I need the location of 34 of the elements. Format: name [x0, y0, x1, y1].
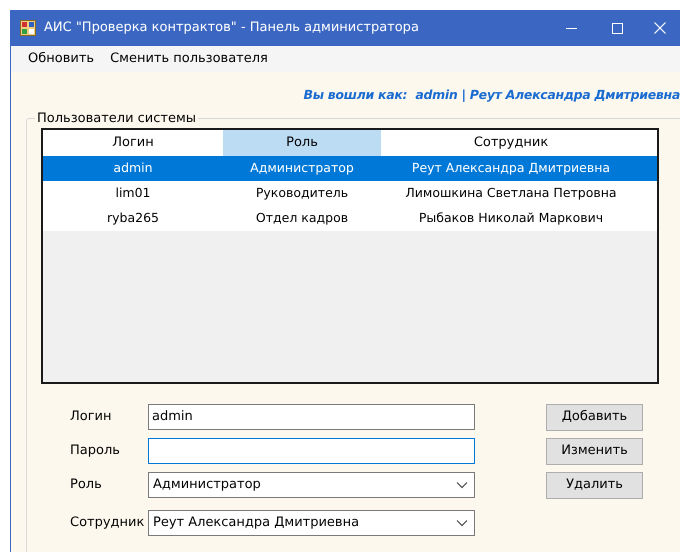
table-cell-text: ryba265	[106, 208, 160, 227]
input-field[interactable]: admin	[148, 404, 475, 430]
table-cell-text: Руководитель	[254, 184, 350, 202]
table-cell-text: Реут Александра Дмитриевна	[410, 158, 612, 177]
action-button[interactable]: Добавить	[546, 404, 643, 430]
field-label: Логин	[70, 408, 113, 426]
dropdown[interactable]: Реут Александра Дмитриевна	[148, 510, 475, 536]
menu-item[interactable]: Сменить пользователя	[104, 49, 274, 69]
maximize-icon	[612, 22, 622, 34]
table-cell-text: Администратор	[249, 158, 355, 177]
window-title: АИС "Проверка контрактов" - Панель администратора	[44, 19, 420, 38]
dropdown[interactable]: Администратор	[148, 472, 475, 498]
table-cell-text: Отдел кадров	[254, 208, 350, 227]
column-header[interactable]: Роль	[223, 130, 381, 156]
app-icon	[20, 20, 36, 36]
field-label: Роль	[70, 476, 103, 494]
table-row[interactable]: ryba265 Отдел кадров Рыбаков Николай Маркович	[43, 206, 657, 230]
table-cell-text: admin	[112, 158, 154, 177]
action-button[interactable]: Удалить	[546, 472, 643, 498]
table-row[interactable]: admin Администратор Реут Александра Дмитриевна	[43, 156, 657, 180]
chevron-down-icon	[456, 480, 468, 488]
action-button[interactable]: Изменить	[546, 438, 643, 464]
chevron-down-icon	[456, 518, 468, 526]
table-cell-text: Рыбаков Николай Маркович	[418, 208, 604, 227]
session-info: Вы вошли как: admin | Реут Александра Дмитриевна	[304, 86, 680, 104]
field-label: Пароль	[70, 442, 121, 460]
close-icon	[654, 22, 666, 34]
group-title: Пользователи системы	[36, 110, 198, 128]
table-cell-text: Лимошкина Светлана Петровна	[404, 184, 618, 202]
input-field[interactable]	[148, 438, 475, 464]
table-cell-text: lim01	[114, 184, 152, 202]
field-label: Сотрудник	[70, 514, 146, 532]
table-row[interactable]: lim01 Руководитель Лимошкина Светлана Петровна	[43, 180, 657, 206]
menu-item[interactable]: Обновить	[22, 49, 100, 69]
